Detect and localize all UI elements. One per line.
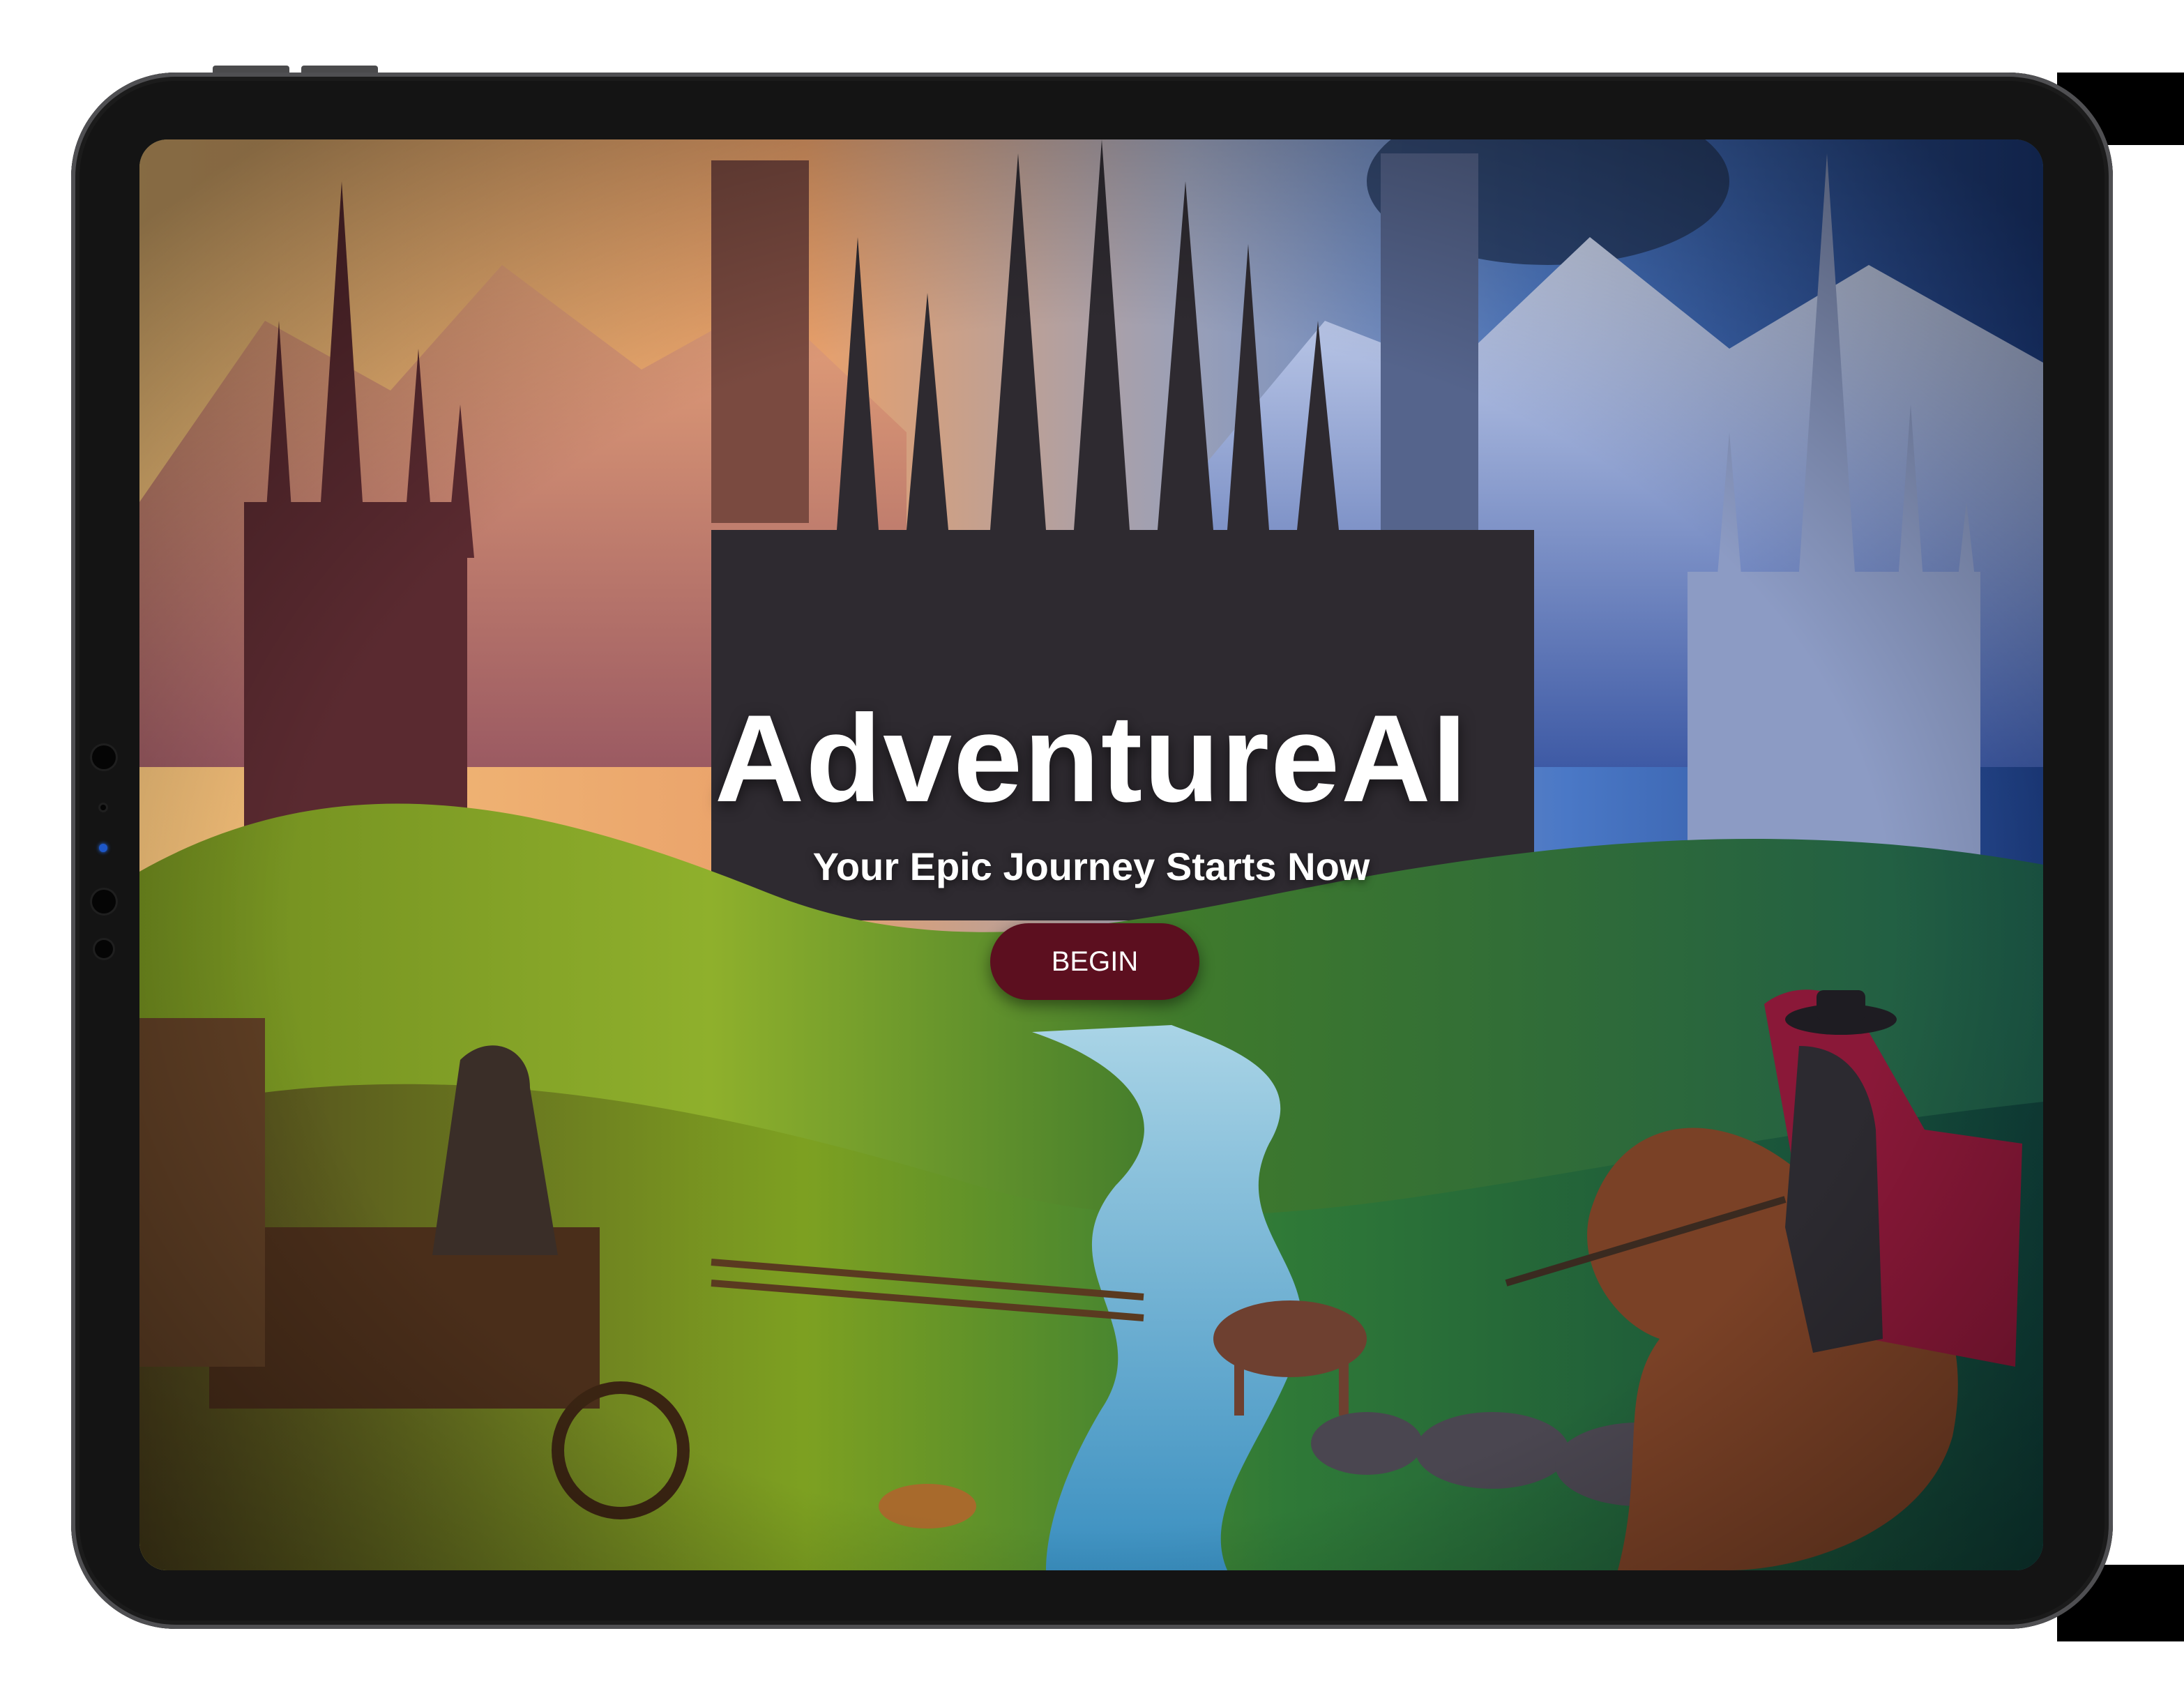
tablet-screen: AdventureAI Your Epic Journey Starts Now…	[139, 139, 2043, 1570]
sensor-dot-1	[92, 745, 116, 769]
sensor-dot-3	[92, 890, 116, 913]
tagline: Your Epic Journey Starts Now	[812, 844, 1370, 888]
sensor-dot-2	[100, 805, 106, 810]
sensor-dot-4	[95, 940, 113, 958]
begin-button[interactable]: BEGIN	[990, 923, 1199, 1000]
camera-indicator-dot	[99, 844, 107, 852]
hero-section: AdventureAI Your Epic Journey Starts Now…	[139, 139, 2043, 1570]
app-title: AdventureAI	[714, 689, 1469, 828]
